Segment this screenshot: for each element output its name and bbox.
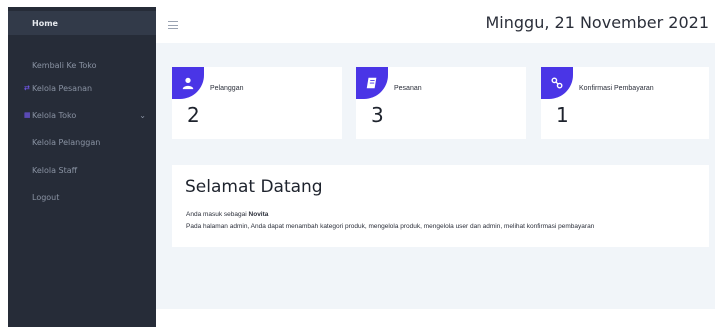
sidebar: Home Kembali Ke Toko ⇄ Kelola Pesanan ▦ … <box>8 7 156 327</box>
sidebar-item-label: Logout <box>32 192 60 202</box>
grid-icon: ▦ <box>24 111 31 119</box>
menu-toggle-icon[interactable] <box>168 21 178 29</box>
sidebar-item-label: Kelola Toko <box>32 110 77 120</box>
current-date: Minggu, 21 November 2021 <box>485 13 710 32</box>
welcome-description: Pada halaman admin, Anda dapat menambah … <box>186 223 595 230</box>
card-label: Pelanggan <box>210 85 244 92</box>
sidebar-item-kelola-pelanggan[interactable]: Kelola Pelanggan <box>8 130 156 154</box>
top-bar: Minggu, 21 November 2021 <box>156 7 715 43</box>
book-icon <box>356 67 388 99</box>
logged-in-as: Anda masuk sebagai Novita <box>186 211 268 218</box>
footer-strip <box>156 309 715 327</box>
user-icon <box>172 67 204 99</box>
card-pelanggan: Pelanggan 2 <box>172 67 342 139</box>
sidebar-item-label: Kembali Ke Toko <box>32 60 97 70</box>
card-count: 3 <box>371 103 384 127</box>
app-frame: Home Kembali Ke Toko ⇄ Kelola Pesanan ▦ … <box>8 7 715 327</box>
card-pesanan: Pesanan 3 <box>356 67 526 139</box>
sidebar-item-kelola-toko[interactable]: ▦ Kelola Toko ⌄ <box>8 103 156 127</box>
card-label: Konfirmasi Pembayaran <box>579 85 654 92</box>
sidebar-item-home[interactable]: Home <box>8 11 156 35</box>
link-icon <box>541 67 573 99</box>
sidebar-item-label: Kelola Staff <box>32 165 78 175</box>
card-label: Pesanan <box>394 85 422 92</box>
sidebar-item-kelola-pesanan[interactable]: ⇄ Kelola Pesanan <box>8 76 156 100</box>
arrows-icon: ⇄ <box>24 84 30 92</box>
sidebar-item-logout[interactable]: Logout <box>8 185 156 209</box>
sidebar-item-label: Kelola Pesanan <box>32 83 93 93</box>
chevron-down-icon: ⌄ <box>139 110 146 120</box>
logged-in-prefix: Anda masuk sebagai <box>186 211 247 218</box>
card-count: 2 <box>187 103 200 127</box>
card-konfirmasi-pembayaran: Konfirmasi Pembayaran 1 <box>541 67 709 139</box>
welcome-title: Selamat Datang <box>185 177 323 197</box>
sidebar-item-label: Home <box>32 18 58 28</box>
welcome-panel: Selamat Datang Anda masuk sebagai Novita… <box>172 165 709 247</box>
logged-in-user: Novita <box>248 211 269 218</box>
sidebar-item-label: Kelola Pelanggan <box>32 137 101 147</box>
sidebar-item-kelola-staff[interactable]: Kelola Staff <box>8 158 156 182</box>
card-count: 1 <box>556 103 569 127</box>
sidebar-item-kembali-ke-toko[interactable]: Kembali Ke Toko <box>8 53 156 77</box>
